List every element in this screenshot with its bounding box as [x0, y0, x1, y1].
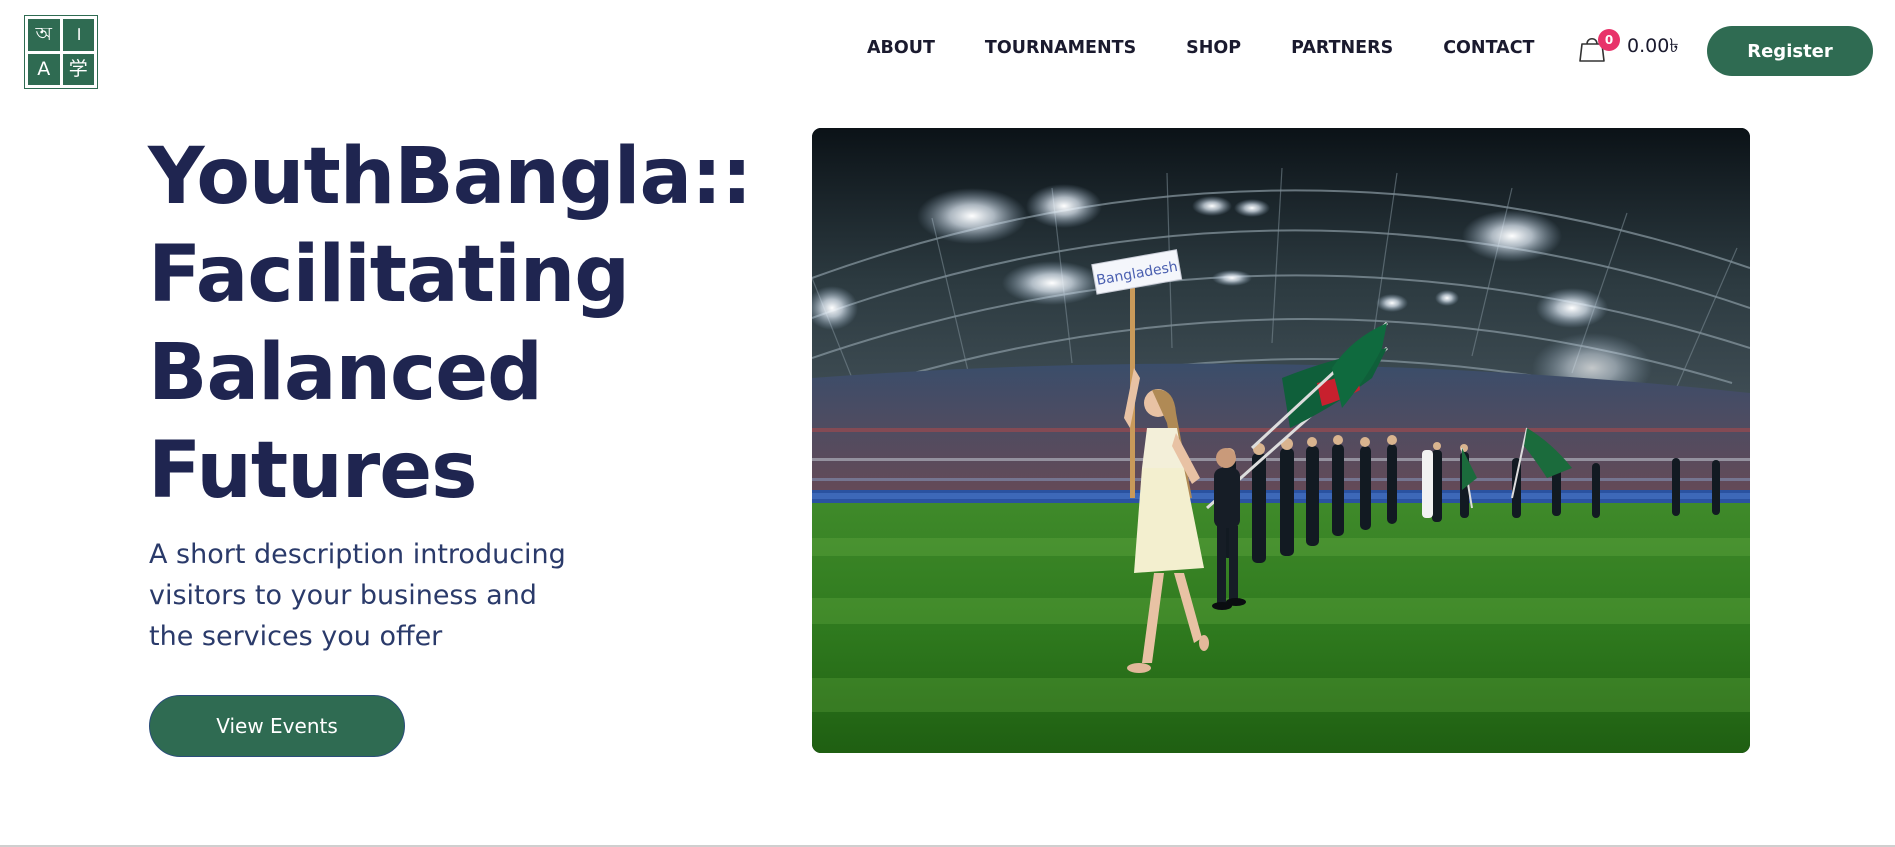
logo-cell-latin: A [28, 53, 60, 85]
hero-title-line: YouthBangla:: [148, 132, 752, 222]
hero-title: YouthBangla:: Facilitating Balanced Futu… [148, 128, 788, 520]
view-events-button[interactable]: View Events [149, 695, 405, 757]
hero-title-line: Facilitating [148, 230, 630, 320]
cart-count-badge: 0 [1598, 29, 1620, 51]
hero-title-line: Futures [148, 426, 478, 516]
nav-item-tournaments[interactable]: TOURNAMENTS [985, 38, 1136, 58]
hero-image-stadium-parade: Bangladesh [812, 128, 1750, 753]
nav-item-shop[interactable]: SHOP [1186, 38, 1241, 58]
register-button[interactable]: Register [1707, 26, 1873, 76]
shopping-bag-icon: 0 [1578, 29, 1620, 63]
hero-title-line: Balanced [148, 328, 543, 418]
nav-item-about[interactable]: ABOUT [867, 38, 935, 58]
site-logo[interactable]: অ । A 学 [24, 15, 98, 89]
cart-widget[interactable]: 0 0.00৳ [1578, 29, 1679, 64]
logo-cell-bengali: অ [28, 19, 60, 51]
main-nav: ABOUT TOURNAMENTS SHOP PARTNERS CONTACT [867, 38, 1534, 58]
logo-cell-danda: । [62, 19, 94, 51]
nav-item-partners[interactable]: PARTNERS [1291, 38, 1393, 58]
hero-description: A short description introducing visitors… [149, 539, 566, 652]
logo-cell-chinese: 学 [62, 53, 94, 85]
nav-item-contact[interactable]: CONTACT [1443, 38, 1534, 58]
cart-total: 0.00৳ [1627, 35, 1679, 57]
page: অ । A 学 ABOUT TOURNAMENTS SHOP PARTNERS … [0, 0, 1895, 847]
